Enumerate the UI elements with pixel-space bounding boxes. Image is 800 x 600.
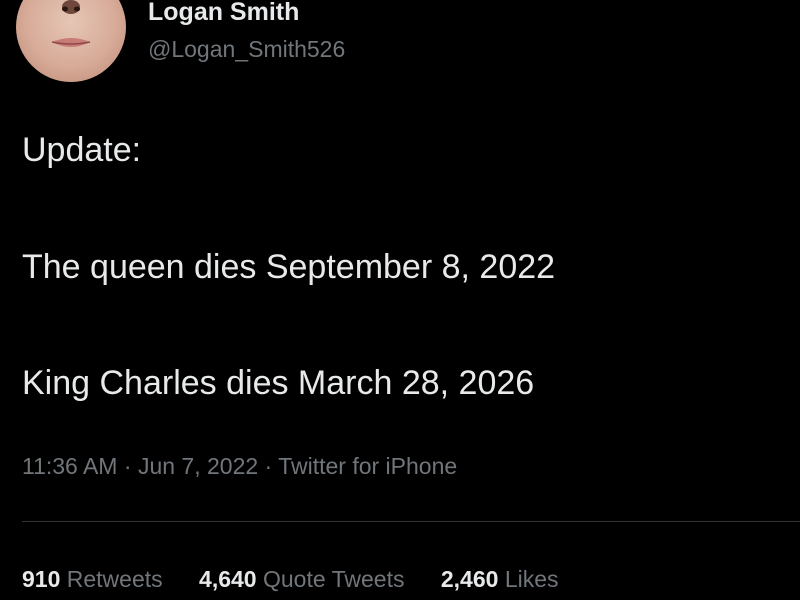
tweet: Logan Smith @Logan_Smith526 Update: The …: [0, 0, 800, 600]
avatar[interactable]: [16, 0, 126, 82]
quote-tweets-stat[interactable]: 4,640 Quote Tweets: [199, 563, 404, 595]
separator-dot: ·: [123, 453, 132, 479]
retweets-count: 910: [22, 566, 61, 592]
retweets-label: Retweets: [66, 566, 163, 592]
quote-tweets-count: 4,640: [199, 566, 257, 592]
likes-label: Likes: [504, 566, 559, 592]
tweet-date[interactable]: Jun 7, 2022: [138, 453, 258, 479]
retweets-stat[interactable]: 910 Retweets: [22, 563, 163, 595]
engagement-stats: 910 Retweets 4,640 Quote Tweets 2,460 Li…: [22, 563, 589, 595]
tweet-text-line: The queen dies September 8, 2022: [22, 248, 556, 286]
tweet-source[interactable]: Twitter for iPhone: [278, 453, 457, 479]
tweet-time[interactable]: 11:36 AM: [22, 453, 117, 479]
tweet-metadata: 11:36 AM · Jun 7, 2022 · Twitter for iPh…: [22, 450, 457, 482]
quote-tweets-label: Quote Tweets: [262, 566, 405, 592]
tweet-text-line: King Charles dies March 28, 2026: [22, 364, 535, 402]
separator-dot: ·: [264, 453, 273, 479]
tweet-text-line: Update:: [22, 131, 142, 169]
likes-stat[interactable]: 2,460 Likes: [441, 563, 559, 595]
divider: [22, 521, 800, 522]
user-handle[interactable]: @Logan_Smith526: [148, 34, 345, 64]
author-info: Logan Smith @Logan_Smith526: [148, 0, 345, 64]
display-name[interactable]: Logan Smith: [148, 0, 345, 30]
avatar-photo: [51, 0, 91, 47]
likes-count: 2,460: [440, 566, 499, 592]
